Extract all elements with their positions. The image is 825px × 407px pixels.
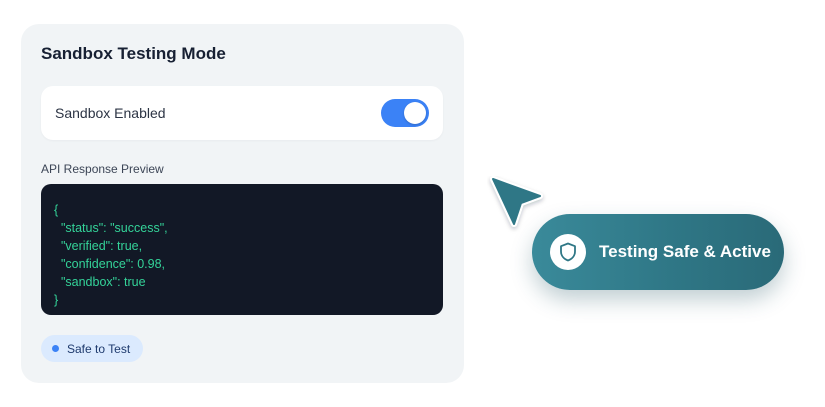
pill-label: Testing Safe & Active bbox=[599, 242, 771, 261]
shield-icon bbox=[550, 234, 586, 270]
status-dot-icon bbox=[52, 345, 59, 352]
testing-status-pill[interactable]: Testing Safe & Active bbox=[532, 214, 784, 290]
api-response-code: { "status": "success", "verified": true,… bbox=[41, 184, 443, 315]
sandbox-card: Sandbox Testing Mode Sandbox Enabled API… bbox=[21, 24, 464, 383]
arrow-cursor-icon bbox=[487, 176, 547, 236]
api-preview-label: API Response Preview bbox=[41, 162, 164, 176]
sandbox-toggle-row[interactable]: Sandbox Enabled bbox=[41, 86, 443, 140]
code-line: "sandbox": true bbox=[54, 275, 146, 289]
sandbox-toggle-switch[interactable] bbox=[381, 99, 429, 127]
badge-label: Safe to Test bbox=[67, 341, 131, 356]
safe-to-test-badge: Safe to Test bbox=[41, 335, 144, 362]
code-line: } bbox=[54, 293, 59, 307]
toggle-knob bbox=[404, 102, 426, 124]
stage: Sandbox Testing Mode Sandbox Enabled API… bbox=[0, 0, 825, 407]
sandbox-toggle-label: Sandbox Enabled bbox=[55, 105, 166, 121]
card-title: Sandbox Testing Mode bbox=[41, 44, 226, 63]
code-line: "confidence": 0.98, bbox=[54, 257, 166, 271]
code-line: { bbox=[54, 203, 59, 217]
code-line: "status": "success", bbox=[54, 221, 168, 235]
code-line: "verified": true, bbox=[54, 239, 143, 253]
